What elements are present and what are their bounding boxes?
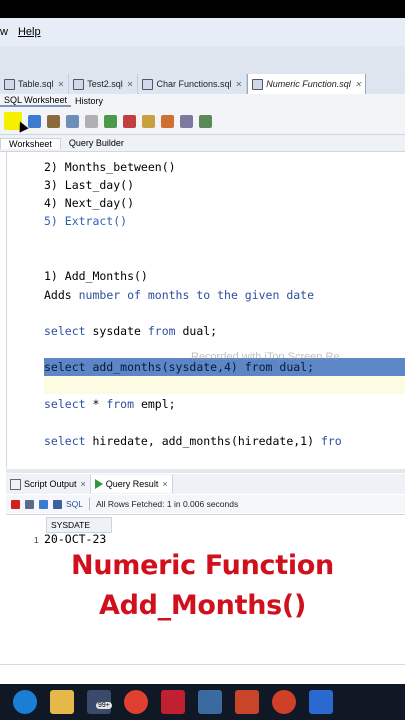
taskbar: 99+ — [0, 684, 405, 720]
menu-item-help[interactable]: Help — [18, 26, 41, 38]
sql-button[interactable]: SQL — [66, 499, 83, 509]
clear-button[interactable] — [180, 114, 193, 128]
sql-file-icon — [142, 78, 154, 90]
result-cell[interactable]: 20-OCT-23 — [44, 532, 106, 546]
code-line: 4) Next_day() — [44, 196, 135, 210]
commit-button[interactable] — [85, 114, 98, 128]
play-icon — [94, 479, 103, 489]
code-line: 2) Months_between() — [44, 160, 176, 174]
tab-label: Char Functions.sql — [156, 79, 232, 89]
column-header-label: SYSDATE — [51, 520, 91, 530]
result-toolbar: SQL All Rows Fetched: 1 in 0.006 seconds — [6, 495, 405, 513]
worksheet-toolbar — [0, 108, 405, 135]
print-icon[interactable] — [25, 499, 34, 509]
tab-numeric-function-sql[interactable]: Numeric Function.sql ✕ — [247, 74, 367, 94]
tab-table-sql[interactable]: Table.sql ✕ — [0, 74, 70, 94]
row-number: 1 — [34, 535, 39, 545]
tab-label: Query Result — [105, 479, 159, 489]
run-script-button[interactable] — [28, 114, 41, 128]
sql-tuning-button[interactable] — [142, 114, 155, 128]
code-line: 3) Last_day() — [44, 178, 135, 192]
edge-browser-icon[interactable] — [13, 690, 37, 714]
worksheet-subtabs: SQL Worksheet History — [0, 94, 405, 108]
toolbar-separator — [89, 498, 91, 510]
export-icon[interactable] — [39, 499, 48, 509]
caption-subtitle: Add_Months() — [99, 590, 306, 621]
refresh-icon[interactable] — [53, 499, 62, 509]
sql-file-icon — [252, 78, 264, 90]
tab-label: Table.sql — [18, 79, 54, 89]
tab-query-builder[interactable]: Query Builder — [61, 138, 132, 148]
tab-char-functions-sql[interactable]: Char Functions.sql ✕ — [138, 74, 248, 94]
caption-title: Numeric Function — [71, 550, 334, 581]
cancel-button[interactable] — [123, 114, 136, 128]
notification-badge: 99+ — [96, 702, 112, 709]
close-icon[interactable]: ✕ — [355, 80, 362, 89]
close-icon[interactable]: ✕ — [127, 80, 134, 89]
format-button[interactable] — [161, 114, 174, 128]
tab-test2-sql[interactable]: Test2.sql ✕ — [69, 74, 139, 94]
code-line: select hiredate, add_months(hiredate,1) … — [44, 434, 342, 448]
panel-splitter[interactable] — [6, 469, 405, 473]
file-explorer-icon[interactable] — [50, 690, 74, 714]
close-icon[interactable]: × — [162, 479, 167, 489]
autotrace-button[interactable] — [47, 114, 60, 128]
top-black-bar — [0, 0, 405, 18]
case-toggle-button[interactable] — [199, 114, 212, 128]
code-line: select sysdate from dual; — [44, 324, 218, 338]
column-header-sysdate[interactable]: SYSDATE — [46, 517, 112, 533]
tab-sql-worksheet[interactable]: SQL Worksheet — [0, 95, 72, 107]
menu-item-edge[interactable]: w — [0, 26, 8, 38]
main-toolbar-strip — [0, 46, 405, 73]
tab-script-output[interactable]: Script Output × — [6, 475, 91, 493]
app-icon[interactable] — [309, 690, 333, 714]
recording-watermark: Recorded with iTop Screen Re — [191, 351, 340, 363]
tab-worksheet[interactable]: Worksheet — [0, 137, 61, 149]
chrome-icon[interactable] — [124, 690, 148, 714]
current-line-highlight — [44, 376, 405, 394]
menu-bar: w Help — [0, 18, 405, 46]
close-icon[interactable]: ✕ — [236, 80, 243, 89]
editor-tab-bar: Table.sql ✕ Test2.sql ✕ Char Functions.s… — [0, 72, 405, 94]
script-output-icon — [10, 478, 21, 490]
tab-label: Numeric Function.sql — [266, 79, 351, 89]
pin-icon[interactable] — [11, 499, 20, 509]
close-icon[interactable]: × — [81, 479, 86, 489]
tab-label: Test2.sql — [87, 79, 123, 89]
tab-history[interactable]: History — [71, 96, 107, 106]
chrome-profile-icon[interactable] — [272, 690, 296, 714]
tab-query-result[interactable]: Query Result × — [90, 475, 173, 493]
tab-label: Script Output — [24, 479, 77, 489]
code-editor[interactable]: 2) Months_between() 3) Last_day() 4) Nex… — [6, 152, 405, 468]
sql-file-icon — [73, 78, 85, 90]
mail-icon[interactable]: 99+ — [87, 690, 112, 714]
sql-developer-icon[interactable] — [198, 690, 222, 714]
recorder-icon[interactable] — [161, 690, 185, 714]
output-tab-bar: Script Output × Query Result × — [6, 474, 405, 494]
rollback-button[interactable] — [104, 114, 117, 128]
bottom-spacer — [0, 664, 405, 685]
sql-file-icon — [4, 78, 15, 90]
code-line: select * from empl; — [44, 397, 176, 411]
code-line: Adds number of months to the given date — [44, 288, 315, 302]
code-line: 1) Add_Months() — [44, 269, 148, 283]
close-icon[interactable]: ✕ — [58, 80, 65, 89]
powerpoint-icon[interactable] — [235, 690, 259, 714]
explain-plan-button[interactable] — [66, 114, 79, 128]
fetch-status: All Rows Fetched: 1 in 0.006 seconds — [96, 499, 239, 509]
worksheet-mode-tabs: Worksheet Query Builder — [0, 135, 405, 152]
code-line: 5) Extract() — [44, 214, 128, 228]
